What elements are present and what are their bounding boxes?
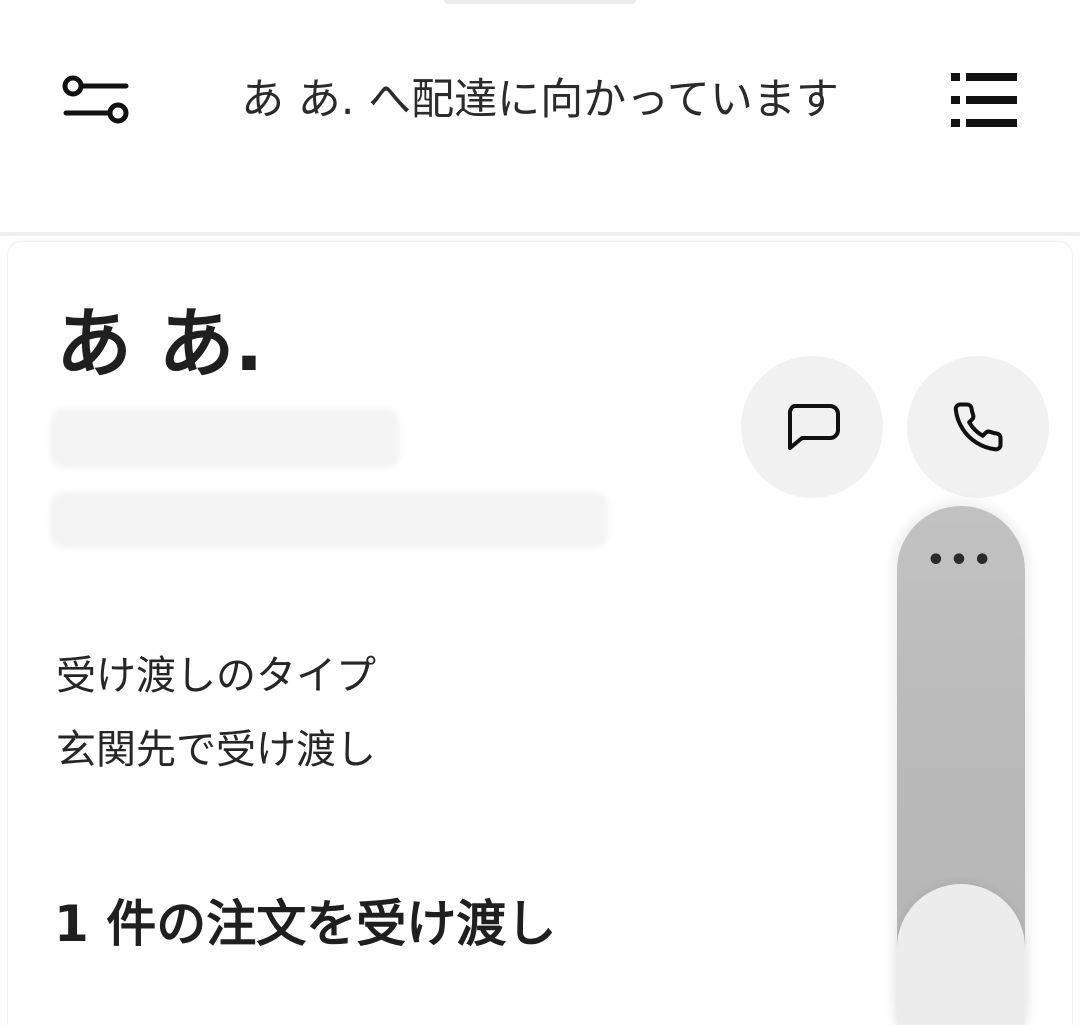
handoff-type-value: 玄関先で受け渡し: [56, 727, 376, 773]
list-icon: [951, 73, 1017, 127]
chat-bubble-icon: [787, 404, 840, 450]
sheet-handle[interactable]: [444, 0, 636, 4]
redacted-address-line-2: [50, 492, 608, 548]
header-divider: [0, 232, 1080, 236]
top-bar: あ あ. へ配達に向かっています: [0, 0, 1080, 232]
call-button[interactable]: [907, 356, 1049, 498]
filter-button[interactable]: [52, 60, 140, 140]
more-dots-icon: •••: [926, 543, 996, 578]
order-list-button[interactable]: [940, 60, 1028, 140]
orders-heading: 1 件の注文を受け渡し: [54, 895, 557, 953]
page-title: あ あ. へ配達に向かっています: [241, 75, 839, 125]
chat-button[interactable]: [741, 356, 883, 498]
filter-toggle-icon: [62, 75, 129, 124]
redacted-address-line-1: [50, 408, 400, 468]
customer-name: あ あ.: [56, 299, 264, 388]
delivery-screen: あ あ. へ配達に向かっています あ あ. 受け渡しのタイプ 玄関先で受け渡し …: [0, 0, 1080, 1025]
handoff-type-label: 受け渡しのタイプ: [56, 653, 376, 699]
swipe-slider-thumb[interactable]: [897, 884, 1025, 1025]
phone-icon: [953, 402, 1003, 452]
